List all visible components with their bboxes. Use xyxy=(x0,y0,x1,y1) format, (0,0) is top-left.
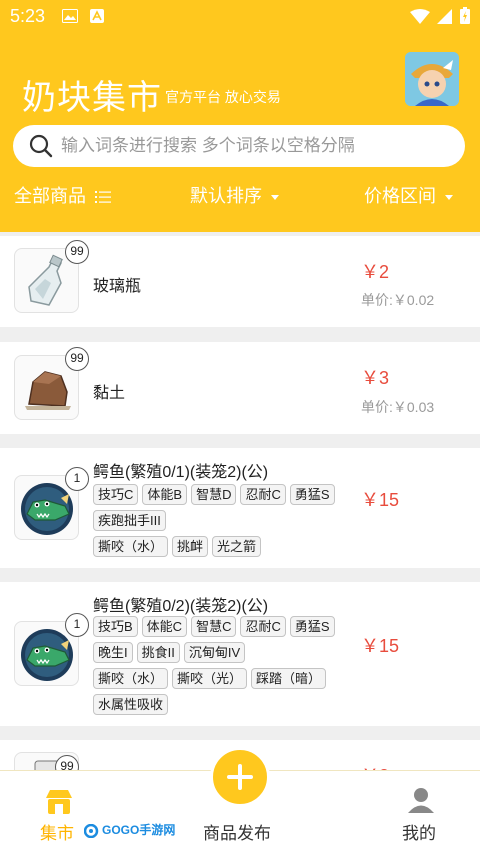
list-item[interactable]: 1 鳄鱼(繁殖0/2)(装笼2)(公) 技巧B 体能C 智慧C 忍耐C 勇猛S … xyxy=(0,582,480,726)
filter-all-goods[interactable]: 全部商品 xyxy=(14,184,112,208)
skill-tag: 撕咬（光） xyxy=(172,668,248,689)
list-item[interactable]: 99 黏土 ￥3 单价:￥0.03 xyxy=(0,342,480,434)
trait-tag: 疾跑拙手III xyxy=(93,510,166,531)
trait-tag: 沉甸甸IV xyxy=(183,642,246,663)
nav-publish-label[interactable]: 商品发布 xyxy=(203,819,271,844)
tag-row: 水属性吸收 xyxy=(93,694,169,715)
search-input[interactable] xyxy=(61,125,451,167)
skill-tag: 踩踏（暗） xyxy=(251,668,327,689)
item-price: ￥15 xyxy=(361,490,400,510)
attribute-tag: 智慧C xyxy=(191,616,237,637)
quantity-badge: 1 xyxy=(65,613,89,637)
item-name: 鳄鱼(繁殖0/2)(装笼2)(公) xyxy=(93,598,269,615)
tag-row: 撕咬（水） 撕咬（光） 踩踏（暗） xyxy=(93,668,327,689)
attribute-tag: 体能C xyxy=(141,616,188,637)
header: 5:23 奶块集市 官方平台 放心交易 输入词条进行搜索 多个词条以空格分隔 全… xyxy=(0,0,480,232)
item-unit-price: 单价:￥0.02 xyxy=(361,292,435,308)
trait-tag: 晚生I xyxy=(93,642,133,663)
user-icon xyxy=(408,788,434,813)
skill-tag: 撕咬（水） xyxy=(93,668,169,689)
nav-market[interactable]: 集市 xyxy=(0,771,120,853)
nav-market-label: 集市 xyxy=(40,824,74,843)
attribute-tag: 忍耐C xyxy=(240,616,286,637)
watermark-text: GOGO手游网 xyxy=(102,823,176,837)
publish-fab-button[interactable] xyxy=(210,747,270,807)
image-notification-icon xyxy=(62,9,78,23)
filter-price-range[interactable]: 价格区间 xyxy=(364,184,453,208)
item-price: ￥3 xyxy=(361,368,390,388)
search-icon xyxy=(29,134,53,158)
nav-mine[interactable]: 我的 xyxy=(380,771,480,853)
app-slogan: 官方平台 放心交易 xyxy=(165,89,281,105)
list-item[interactable]: 99 玻璃瓶 ￥2 单价:￥0.02 xyxy=(0,236,480,327)
attribute-tag: 技巧B xyxy=(93,616,138,637)
item-price: ￥15 xyxy=(361,636,400,656)
item-unit-price: 单价:￥0.03 xyxy=(361,399,435,415)
item-name: 鳄鱼(繁殖0/1)(装笼2)(公) xyxy=(93,464,269,481)
quantity-badge: 99 xyxy=(65,347,89,371)
attribute-tag: 忍耐C xyxy=(240,484,286,505)
trait-tag: 水属性吸收 xyxy=(93,694,169,715)
item-thumbnail: 99 xyxy=(14,347,89,420)
item-name: 玻璃瓶 xyxy=(93,278,142,295)
signal-icon xyxy=(437,9,452,24)
skill-tag: 挑衅 xyxy=(172,536,209,557)
app-title: 奶块集市 xyxy=(22,79,162,117)
filter-sort[interactable]: 默认排序 xyxy=(190,184,279,208)
attribute-tag: 体能B xyxy=(142,484,188,505)
tag-row: 技巧B 体能C 智慧C 忍耐C 勇猛S xyxy=(93,616,335,637)
item-thumbnail: 1 xyxy=(14,613,89,686)
item-thumbnail: 99 xyxy=(14,240,89,313)
wifi-icon xyxy=(410,9,430,24)
status-bar: 5:23 xyxy=(0,0,480,34)
battery-icon xyxy=(460,7,470,24)
skill-tag: 撕咬（水） xyxy=(93,536,169,557)
watermark-logo: GOGO手游网 xyxy=(83,821,176,839)
list-icon xyxy=(95,191,112,204)
filter-sort-label: 默认排序 xyxy=(190,186,262,206)
watermark-icon xyxy=(83,823,99,839)
tag-row: 撕咬（水） 挑衅 光之箭 xyxy=(93,536,262,557)
tag-row: 晚生I 挑食II 沉甸甸IV xyxy=(93,642,246,663)
avatar-character-icon xyxy=(405,52,459,106)
shop-icon xyxy=(46,790,72,814)
caret-down-icon xyxy=(445,194,453,200)
attribute-tag: 勇猛S xyxy=(289,616,335,637)
filter-price-range-label: 价格区间 xyxy=(364,186,436,206)
filter-all-goods-label: 全部商品 xyxy=(14,186,86,206)
nav-mine-label: 我的 xyxy=(402,824,436,843)
app-notification-icon xyxy=(90,9,104,23)
quantity-badge: 1 xyxy=(65,467,89,491)
plus-icon xyxy=(227,764,253,790)
status-time: 5:23 xyxy=(10,6,46,26)
skill-tag: 光之箭 xyxy=(212,536,262,557)
trait-tag: 挑食II xyxy=(136,642,180,663)
attribute-tag: 勇猛S xyxy=(289,484,335,505)
caret-down-icon xyxy=(271,194,279,200)
list-item[interactable]: 1 鳄鱼(繁殖0/1)(装笼2)(公) 技巧C 体能B 智慧D 忍耐C 勇猛S … xyxy=(0,448,480,568)
bottom-nav: 集市 GOGO手游网 商品发布 我的 xyxy=(0,747,480,853)
item-price: ￥2 xyxy=(361,262,390,282)
avatar[interactable] xyxy=(405,52,459,106)
search-bar[interactable] xyxy=(13,125,465,167)
tag-row: 疾跑拙手III xyxy=(93,510,166,531)
tag-row: 技巧C 体能B 智慧D 忍耐C 勇猛S xyxy=(93,484,335,505)
item-thumbnail: 1 xyxy=(14,467,89,540)
item-name: 黏土 xyxy=(93,385,126,402)
attribute-tag: 智慧D xyxy=(191,484,237,505)
attribute-tag: 技巧C xyxy=(93,484,139,505)
quantity-badge: 99 xyxy=(65,240,89,264)
